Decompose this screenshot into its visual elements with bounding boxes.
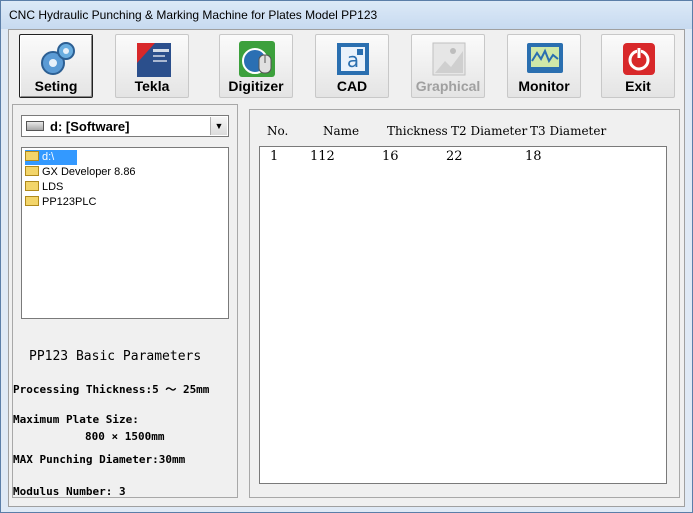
digitizer-label: Digitizer — [228, 78, 284, 94]
col-header-no: No. — [267, 124, 289, 138]
drive-icon — [26, 121, 44, 131]
cell-no: 1 — [270, 149, 279, 164]
col-header-name: Name — [323, 124, 360, 138]
col-header-t2-diameter: T2 Diameter — [451, 124, 528, 138]
folder-icon — [25, 181, 39, 191]
exit-label: Exit — [625, 78, 651, 94]
tekla-label: Tekla — [134, 78, 170, 94]
digitizer-icon — [239, 41, 275, 77]
folder-icon — [25, 166, 39, 176]
right-panel: No. Name Thickness T2 Diameter T3 Diamet… — [249, 109, 680, 498]
param-modulus: Modulus Number: 3 — [13, 485, 126, 498]
tekla-icon — [137, 43, 171, 77]
graphical-label: Graphical — [415, 78, 481, 94]
monitor-label: Monitor — [518, 78, 570, 94]
digitizer-button[interactable]: Digitizer — [219, 34, 293, 98]
drive-select[interactable]: d: [Software] ▼ — [21, 115, 229, 137]
graphical-button[interactable]: Graphical — [411, 34, 485, 98]
table-row[interactable]: 1 112 16 22 18 — [260, 147, 666, 165]
cell-t3-diameter: 18 — [525, 149, 542, 164]
chevron-down-icon[interactable]: ▼ — [210, 117, 227, 135]
cell-t2-diameter: 22 — [446, 149, 463, 164]
param-plate-size-label: Maximum Plate Size: — [13, 413, 139, 426]
monitor-icon — [527, 43, 563, 73]
folder-list[interactable]: d:\ GX Developer 8.86 LDS PP123PLC — [21, 147, 229, 319]
monitor-button[interactable]: Monitor — [507, 34, 581, 98]
power-icon — [623, 43, 655, 75]
drive-selected: d: [Software] — [50, 119, 130, 134]
data-table[interactable]: 1 112 16 22 18 — [259, 146, 667, 484]
folder-item-pp123plc[interactable]: PP123PLC — [25, 195, 96, 210]
folder-item-lds[interactable]: LDS — [25, 180, 63, 195]
left-panel: d: [Software] ▼ d:\ GX Developer 8.86 LD… — [12, 104, 238, 498]
graphical-icon — [432, 42, 466, 76]
cad-icon: a — [337, 43, 369, 75]
folder-item-gx-developer[interactable]: GX Developer 8.86 — [25, 165, 136, 180]
title-bar[interactable]: CNC Hydraulic Punching & Marking Machine… — [1, 1, 692, 29]
col-header-thickness: Thickness — [387, 124, 448, 138]
folder-item-root[interactable]: d:\ — [25, 150, 77, 165]
cell-name: 112 — [310, 149, 335, 164]
exit-button[interactable]: Exit — [601, 34, 675, 98]
cad-label: CAD — [336, 78, 368, 94]
params-title: PP123 Basic Parameters — [29, 349, 202, 364]
folder-icon — [25, 196, 39, 206]
cell-thickness: 16 — [382, 149, 399, 164]
param-thickness: Processing Thickness:5 ～ 25mm — [13, 383, 210, 396]
main-window: CNC Hydraulic Punching & Marking Machine… — [0, 0, 693, 513]
param-plate-size-value: 800 × 1500mm — [85, 430, 165, 443]
col-header-t3-diameter: T3 Diameter — [530, 124, 607, 138]
seting-button[interactable]: Seting — [19, 34, 93, 98]
gears-icon — [41, 42, 75, 75]
client-area: Seting Tekla Digitizer a CAD Graphical M… — [8, 29, 685, 507]
cad-button[interactable]: a CAD — [315, 34, 389, 98]
window-title: CNC Hydraulic Punching & Marking Machine… — [9, 8, 378, 22]
param-punch-diameter: MAX Punching Diameter:30mm — [13, 453, 186, 466]
folder-open-icon — [25, 151, 39, 161]
tekla-button[interactable]: Tekla — [115, 34, 189, 98]
seting-label: Seting — [34, 78, 78, 94]
